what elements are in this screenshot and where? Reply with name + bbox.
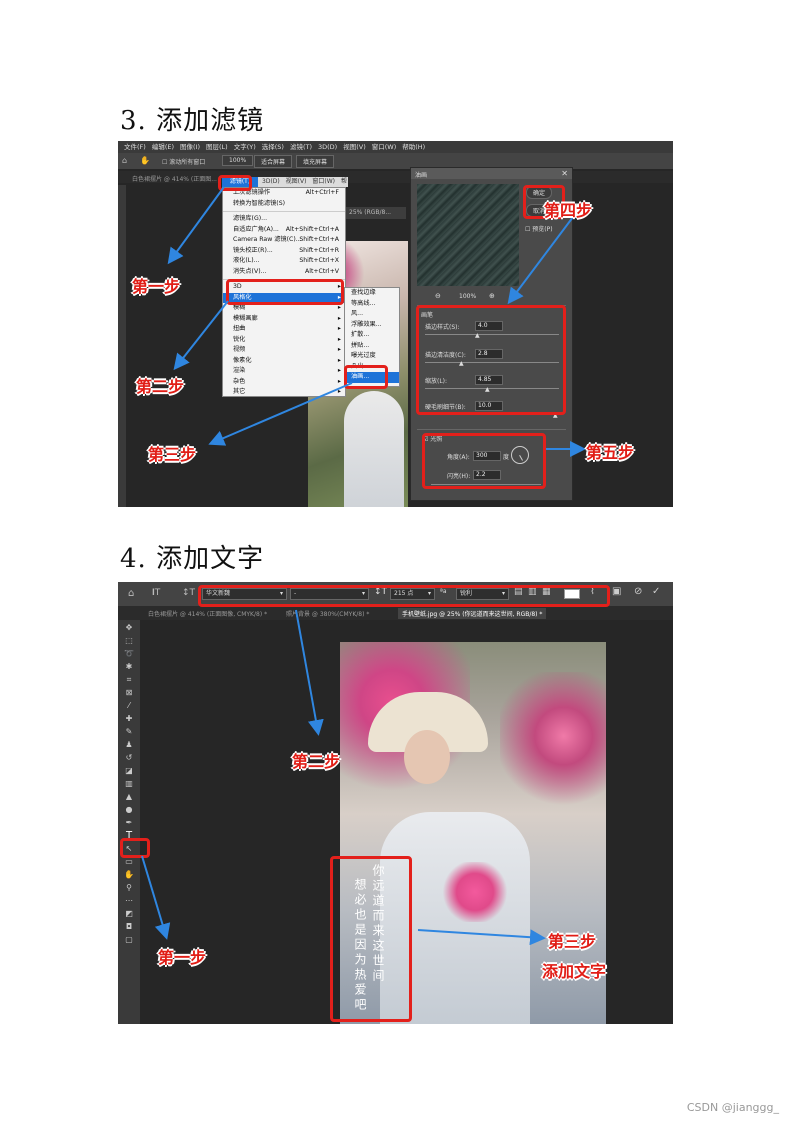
arrow-step4 bbox=[507, 212, 577, 305]
arrow-step1 bbox=[141, 855, 171, 940]
arrow-step2 bbox=[173, 300, 229, 371]
arrow-step3 bbox=[417, 929, 546, 946]
arrow-step1 bbox=[167, 186, 225, 265]
step-2-label: 第二步 bbox=[136, 377, 185, 396]
add-text-label: 添加文字 bbox=[542, 962, 607, 981]
step-2-label: 第二步 bbox=[292, 752, 341, 771]
arrow-step2 bbox=[295, 609, 324, 736]
csdn-watermark: CSDN @jianggg_ bbox=[686, 1101, 779, 1114]
step-1-label: 第一步 bbox=[158, 948, 207, 967]
step-1-label: 第一步 bbox=[132, 277, 181, 296]
step-3-label: 第三步 bbox=[148, 445, 197, 464]
step-4-label: 第四步 bbox=[544, 201, 593, 220]
screenshot-filter: 文件(F) 编辑(E) 图像(I) 图层(L) 文字(Y) 选择(S) 滤镜(T) 3D(D)… bbox=[118, 141, 673, 507]
step-5-label: 第五步 bbox=[586, 443, 635, 462]
arrow-step3 bbox=[208, 382, 353, 446]
section-3-heading: 3. 添加滤镜 bbox=[120, 106, 265, 136]
screenshot-text: ⌂ 𝐈T ↕T 华文新魏 ▾ - ▾ ↕T 215 点 ▾ ªa 锐利 ▾ ▤ ▥ ▦ … bbox=[118, 582, 673, 1024]
step-3-label: 第三步 bbox=[548, 932, 597, 951]
section-4-heading: 4. 添加文字 bbox=[120, 544, 265, 574]
